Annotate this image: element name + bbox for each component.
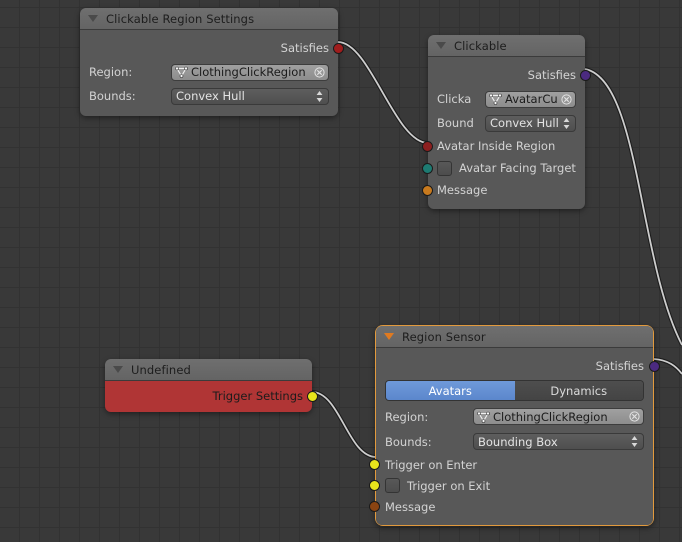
output-label: Satisfies	[527, 68, 576, 82]
node-clickable-region-settings[interactable]: Clickable Region Settings Satisfies Regi…	[80, 8, 344, 116]
region-id-value: ClothingClickRegion	[493, 409, 608, 424]
link-undefined-to-sensor-core	[311, 391, 377, 458]
bounds-enum-field[interactable]: Bounding Box	[473, 433, 644, 450]
node-body: Satisfies Clicka AvatarCu Bound Convex H…	[422, 57, 591, 209]
node-title: Region Sensor	[402, 329, 486, 344]
bounds-enum-value: Convex Hull	[176, 89, 245, 103]
region-id-field[interactable]: ClothingClickRegion	[473, 408, 644, 425]
chevron-updown-icon[interactable]	[562, 117, 571, 130]
output-socket-satisfies[interactable]	[580, 70, 591, 81]
region-id-field[interactable]: ClothingClickRegion	[171, 63, 329, 81]
collapse-triangle-icon[interactable]	[436, 42, 446, 49]
node-header[interactable]: Region Sensor	[376, 326, 653, 348]
bounds-enum-value: Bounding Box	[478, 434, 558, 449]
mesh-icon	[489, 93, 502, 105]
output-label: Satisfies	[280, 41, 329, 55]
clickable-region-id-field[interactable]: AvatarCu	[485, 90, 576, 108]
x-icon[interactable]	[561, 93, 572, 105]
region-id-value: ClothingClickRegion	[191, 65, 306, 79]
node-undefined[interactable]: Undefined Trigger Settings	[105, 359, 318, 412]
collapse-triangle-icon[interactable]	[384, 333, 394, 340]
output-label: Satisfies	[595, 359, 644, 373]
output-socket-trigger-settings[interactable]	[307, 391, 318, 402]
output-row-satisfies: Satisfies	[428, 63, 591, 87]
tab-avatars[interactable]: Avatars	[386, 381, 515, 400]
output-socket-satisfies[interactable]	[333, 43, 344, 54]
bounds-enum-field[interactable]: Convex Hull	[171, 87, 329, 105]
input-row-trigger-on-exit: Trigger on Exit	[369, 475, 653, 496]
x-icon[interactable]	[314, 66, 325, 78]
output-socket-satisfies[interactable]	[649, 361, 660, 372]
input-socket-message[interactable]	[422, 185, 433, 196]
node-clickable[interactable]: Clickable Satisfies Clicka AvatarCu Boun…	[422, 35, 591, 209]
node-title: Clickable	[454, 38, 507, 53]
input-row-avatar-facing-target: Avatar Facing Target	[422, 157, 585, 179]
input-row-message: Message	[422, 179, 585, 201]
node-body: Trigger Settings	[105, 381, 318, 412]
field-row-bounds: Bounds: Bounding Box	[376, 429, 653, 454]
field-row-region: Region: ClothingClickRegion	[376, 404, 653, 429]
node-editor-canvas[interactable]: Clickable Region Settings Satisfies Regi…	[0, 0, 682, 542]
mode-tabs[interactable]: Avatars Dynamics	[385, 380, 644, 401]
node-header[interactable]: Clickable Region Settings	[80, 8, 338, 30]
input-row-message: Message	[369, 496, 653, 517]
field-label-bounds: Bound	[437, 116, 474, 130]
field-label-bounds: Bounds:	[385, 434, 432, 449]
node-region-sensor[interactable]: Region Sensor Satisfies Avatars Dynamics…	[369, 325, 660, 526]
input-label: Avatar Inside Region	[437, 139, 556, 153]
avatar-facing-target-checkbox[interactable]	[437, 160, 452, 176]
bounds-enum-field[interactable]: Convex Hull	[485, 114, 576, 132]
input-label: Trigger on Enter	[385, 457, 478, 472]
node-header[interactable]: Undefined	[105, 359, 312, 381]
input-socket-avatar-facing-target[interactable]	[422, 163, 433, 174]
node-title: Clickable Region Settings	[106, 11, 255, 26]
input-label: Avatar Facing Target	[459, 161, 576, 175]
clickable-region-id-value: AvatarCu	[505, 92, 558, 106]
input-socket-trigger-on-enter[interactable]	[369, 459, 380, 470]
input-socket-trigger-on-exit[interactable]	[369, 480, 380, 491]
node-header[interactable]: Clickable	[428, 35, 585, 57]
field-label-clickable-region: Clicka	[437, 92, 472, 106]
output-row-satisfies: Satisfies	[80, 36, 344, 60]
field-row-region: Region: ClothingClickRegion	[80, 60, 338, 84]
link-clickable-to-offscreen	[584, 67, 682, 346]
input-row-avatar-inside-region: Avatar Inside Region	[422, 135, 585, 157]
input-socket-avatar-inside-region[interactable]	[422, 141, 433, 152]
x-icon[interactable]	[629, 411, 640, 422]
input-socket-message[interactable]	[369, 501, 380, 512]
input-label: Message	[385, 499, 436, 514]
chevron-updown-icon[interactable]	[630, 435, 639, 448]
input-label: Trigger on Exit	[407, 478, 491, 493]
node-body: Satisfies Avatars Dynamics Region: Cloth…	[369, 348, 660, 525]
field-row-clickable-region: Clicka AvatarCu	[428, 87, 585, 111]
input-label: Message	[437, 183, 488, 197]
output-label: Trigger Settings	[212, 389, 303, 403]
link-clickable-to-offscreen-core	[584, 68, 682, 346]
trigger-on-exit-checkbox[interactable]	[385, 478, 400, 493]
output-row-trigger-settings: Trigger Settings	[105, 385, 318, 407]
tab-dynamics[interactable]: Dynamics	[514, 381, 643, 400]
field-row-bounds: Bound Convex Hull	[428, 111, 585, 135]
collapse-triangle-icon[interactable]	[113, 366, 123, 373]
mesh-icon	[477, 411, 490, 423]
input-row-trigger-on-enter: Trigger on Enter	[369, 454, 653, 475]
field-label-region: Region:	[385, 409, 429, 424]
field-label-region: Region:	[89, 65, 133, 79]
field-row-bounds: Bounds: Convex Hull	[80, 84, 338, 108]
link-settings-to-clickable	[337, 40, 429, 145]
node-body: Satisfies Region: ClothingClickRegion Bo…	[80, 30, 344, 116]
bounds-enum-value: Convex Hull	[490, 116, 559, 130]
field-label-bounds: Bounds:	[89, 89, 136, 103]
node-title: Undefined	[131, 362, 191, 377]
link-settings-to-clickable-core	[337, 41, 429, 144]
mesh-icon	[175, 66, 188, 78]
link-undefined-to-sensor	[311, 390, 377, 459]
collapse-triangle-icon[interactable]	[88, 15, 98, 22]
output-row-satisfies: Satisfies	[376, 354, 660, 378]
chevron-updown-icon[interactable]	[315, 90, 324, 103]
